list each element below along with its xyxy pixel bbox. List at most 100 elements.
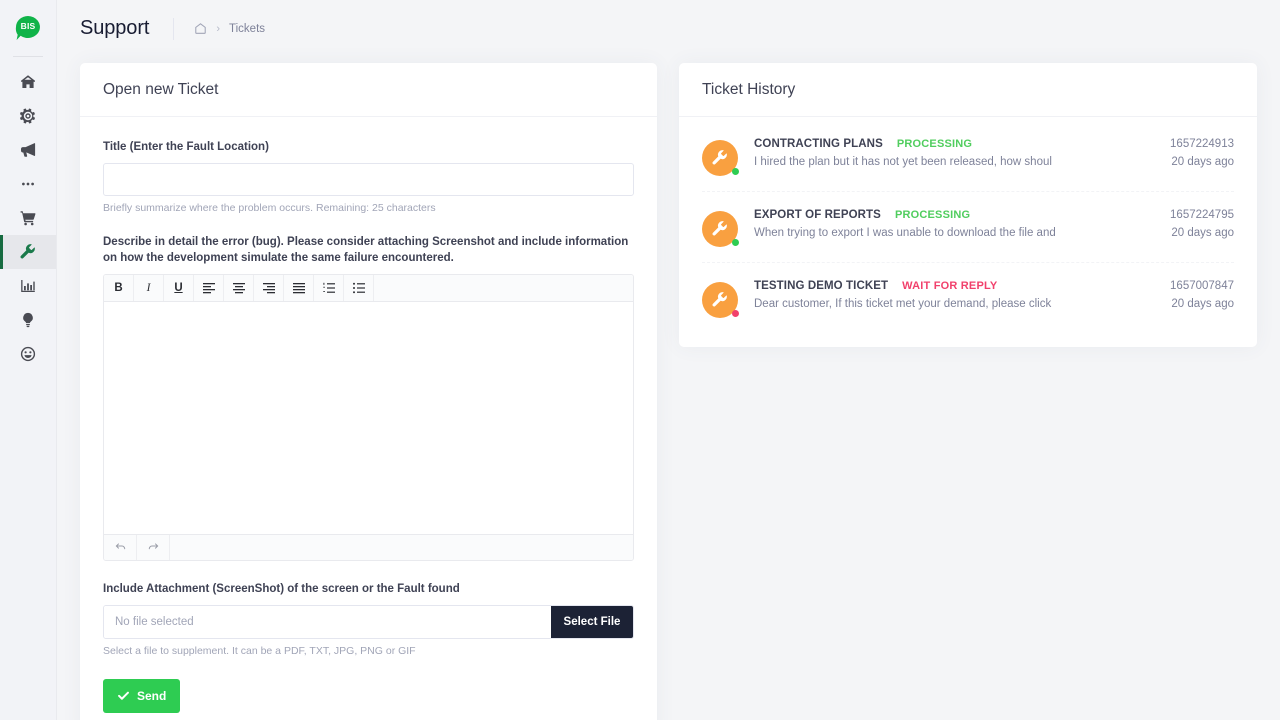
sidebar: BIS [0, 0, 57, 720]
file-name-display: No file selected [104, 605, 551, 638]
ticket-row[interactable]: CONTRACTING PLANS PROCESSING I hired the… [702, 121, 1234, 192]
wrench-icon [712, 221, 727, 236]
page-title: Support [80, 17, 150, 39]
ticket-body: CONTRACTING PLANS PROCESSING I hired the… [738, 138, 1154, 168]
ticket-meta: 1657224913 20 days ago [1154, 138, 1234, 168]
ticket-timestamp: 20 days ago [1171, 227, 1234, 239]
ticket-timestamp: 20 days ago [1171, 156, 1234, 168]
ticket-description: Dear customer, If this ticket met your d… [754, 298, 1052, 310]
attachment-field-label: Include Attachment (ScreenShot) of the s… [103, 583, 460, 596]
gear-icon [20, 108, 35, 124]
italic-icon[interactable]: I [134, 275, 164, 302]
status-badge: PROCESSING [894, 209, 971, 221]
ticket-body: EXPORT OF REPORTS PROCESSING When trying… [738, 209, 1154, 239]
app-logo[interactable]: BIS [14, 14, 42, 42]
main-area: Support › Tickets Open new Ticket Title … [57, 0, 1280, 720]
ticket-description: I hired the plan but it has not yet been… [754, 156, 1052, 168]
ticket-heading: EXPORT OF REPORTS PROCESSING [754, 209, 1154, 221]
lightbulb-icon [23, 312, 33, 328]
logo-text: BIS [20, 21, 36, 31]
describe-field-label: Describe in detail the error (bug). Plea… [103, 235, 629, 265]
avatar [702, 282, 739, 318]
bar-chart-icon [21, 280, 35, 292]
file-picker: No file selected Select File [103, 604, 634, 639]
ticket-meta: 1657224795 20 days ago [1154, 209, 1234, 239]
status-dot [732, 239, 739, 246]
undo-icon[interactable] [104, 535, 137, 561]
attachment-help-text: Select a file to supplement. It can be a… [103, 644, 416, 657]
ticket-id: 1657224795 [1170, 209, 1234, 221]
status-badge: PROCESSING [896, 138, 973, 150]
wrench-icon [20, 244, 35, 259]
ticket-name: EXPORT OF REPORTS [754, 209, 881, 221]
wrench-icon [712, 292, 727, 307]
send-button[interactable]: Send [103, 678, 181, 713]
status-dot [732, 310, 739, 317]
breadcrumb-current[interactable]: Tickets [229, 23, 265, 35]
breadcrumb: › Tickets [194, 22, 265, 35]
editor-content[interactable] [104, 302, 633, 535]
topbar: Support › Tickets [57, 0, 1280, 57]
ellipsis-icon [22, 182, 34, 186]
rich-text-editor: B I U [103, 274, 634, 562]
ticket-row[interactable]: EXPORT OF REPORTS PROCESSING When trying… [702, 192, 1234, 263]
ticket-row[interactable]: TESTING DEMO TICKET WAIT FOR REPLY Dear … [702, 263, 1234, 333]
sidebar-item-reports[interactable] [0, 269, 56, 303]
megaphone-icon [21, 143, 36, 157]
redo-icon[interactable] [137, 535, 170, 561]
ticket-name: TESTING DEMO TICKET [754, 280, 889, 292]
ticket-history-title: Ticket History [702, 80, 796, 98]
app-root: BIS Support › Tickets Open new Ticket Ti… [0, 0, 1280, 720]
ticket-history-card: Ticket History CONTRACTING PLANS PROCESS… [679, 63, 1257, 347]
sidebar-item-feedback[interactable] [0, 337, 56, 371]
sidebar-item-announcements[interactable] [0, 133, 56, 167]
unordered-list-icon[interactable] [344, 275, 374, 302]
sidebar-divider [13, 56, 43, 57]
smiley-icon [20, 346, 36, 362]
home-icon [21, 75, 35, 88]
sidebar-item-more[interactable] [0, 167, 56, 201]
content-area: Open new Ticket Title (Enter the Fault L… [57, 57, 1280, 720]
select-file-button[interactable]: Select File [551, 605, 633, 638]
title-input[interactable] [103, 162, 634, 196]
ticket-body: TESTING DEMO TICKET WAIT FOR REPLY Dear … [738, 280, 1154, 310]
align-left-icon[interactable] [194, 275, 224, 302]
new-ticket-form: Title (Enter the Fault Location) Briefly… [80, 117, 657, 720]
check-icon [118, 691, 129, 700]
avatar [702, 211, 739, 247]
title-field-label: Title (Enter the Fault Location) [103, 141, 269, 153]
ordered-list-icon[interactable] [314, 275, 344, 302]
avatar [702, 140, 739, 176]
ticket-list: CONTRACTING PLANS PROCESSING I hired the… [679, 117, 1257, 347]
sidebar-item-ideas[interactable] [0, 303, 56, 337]
breadcrumb-separator: › [216, 22, 221, 35]
status-dot [732, 168, 739, 175]
new-ticket-title: Open new Ticket [103, 80, 219, 98]
home-icon[interactable] [194, 22, 207, 35]
align-justify-icon[interactable] [284, 275, 314, 302]
ticket-history-card-header: Ticket History [679, 63, 1257, 117]
align-center-icon[interactable] [224, 275, 254, 302]
editor-toolbar: B I U [104, 275, 633, 303]
ticket-description: When trying to export I was unable to do… [754, 227, 1056, 239]
new-ticket-card-header: Open new Ticket [80, 63, 657, 117]
wrench-icon [712, 150, 727, 165]
sidebar-item-support[interactable] [0, 235, 56, 269]
title-help-text: Briefly summarize where the problem occu… [103, 201, 436, 214]
underline-icon[interactable]: U [164, 275, 194, 302]
editor-footer [104, 534, 633, 561]
sidebar-item-store[interactable] [0, 201, 56, 235]
ticket-heading: TESTING DEMO TICKET WAIT FOR REPLY [754, 280, 1154, 292]
ticket-meta: 1657007847 20 days ago [1154, 280, 1234, 310]
sidebar-item-settings[interactable] [0, 99, 56, 133]
sidebar-nav [0, 65, 56, 371]
ticket-id: 1657007847 [1170, 280, 1234, 292]
align-right-icon[interactable] [254, 275, 284, 302]
ticket-name: CONTRACTING PLANS [754, 138, 883, 150]
ticket-id: 1657224913 [1170, 138, 1234, 150]
ticket-heading: CONTRACTING PLANS PROCESSING [754, 138, 1154, 150]
topbar-divider [173, 17, 175, 40]
bold-icon[interactable]: B [104, 275, 134, 302]
sidebar-item-dashboard[interactable] [0, 65, 56, 99]
ticket-timestamp: 20 days ago [1171, 298, 1234, 310]
